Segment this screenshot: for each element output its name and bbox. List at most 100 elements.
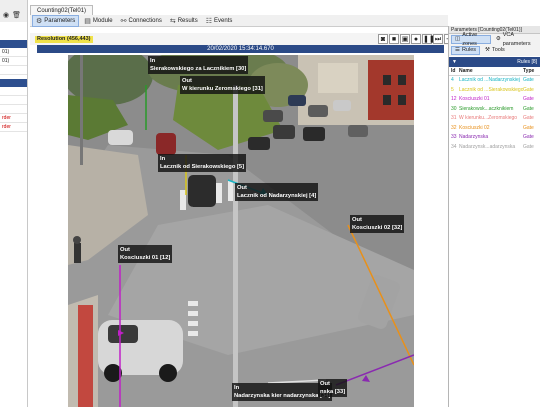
rule-type: Gate [523,77,534,83]
panel-tabs: ◫ Active zones ⚙ VCA parameters [449,32,540,47]
rule-type: Gate [523,134,534,140]
rule-row[interactable]: 30 Sierakowsk...aczknikiem Gate [449,105,540,115]
record-icon[interactable]: ● [411,34,421,44]
frame-icon[interactable]: ▣ [400,34,410,44]
rules-columns: Id Name Type [449,67,540,76]
events-icon: ☷ [205,17,213,25]
tab-rules[interactable]: ☰ Rules [451,46,480,55]
left-row[interactable]: 01) [0,57,27,66]
tab-label: Rules [461,47,476,53]
rule-name: Lacznik od ...Nadarzynskiej [459,77,520,83]
left-row[interactable]: rder [0,123,27,132]
lamp-pole [233,85,238,407]
rule-name: Kosciuszki 01 [459,96,490,102]
zone-label: Out Kosciuszki 02 [32] [350,215,405,233]
rule-row[interactable]: 32 Kosciuszki 02 Gate [449,124,540,134]
rule-name: Nadarzynska [459,134,489,140]
tab-active-zones[interactable]: ◫ Active zones [451,32,491,47]
column-name[interactable]: Name [459,67,523,75]
results-icon: ⇆ [169,17,176,25]
left-row[interactable] [0,87,27,96]
filter-icon[interactable]: ▼ [452,57,457,67]
parameters-panel: Parameters [Counting02(Tel01)] ◫ Active … [448,26,540,407]
module-label: Module [92,17,113,24]
zone-label: Out W kierunku Zeromskiego [31] [180,76,265,94]
module-icon: ▤ [84,17,91,25]
rules-list: 4 Lacznik od ...Nadarzynskiej Gate 5 Lacznik… [449,76,540,152]
rule-type: Gate [523,105,534,112]
rule-row[interactable]: 31 W kierunku...Zeromskiego Gate [449,114,540,124]
events-label: Events [214,17,233,24]
camera-icon[interactable]: ◙ [378,34,388,44]
left-row[interactable] [0,105,27,114]
left-header-bar [0,40,27,48]
module-tab[interactable]: ▤ Module [81,16,115,26]
zone-label: Out nska [33] [318,379,348,397]
gear-icon: ⚙ [36,17,43,25]
left-toolbar: ◉ 🗑 [0,0,27,22]
pause-icon[interactable]: ❚❚ [422,34,435,44]
rule-type: Gate [523,143,534,150]
rule-type: Gate [523,86,534,93]
car [188,175,216,207]
link-icon: ⚯ [120,17,127,25]
rules-header: ▼ Rules [8] [449,57,540,67]
zone-label: In Lacznik od Sierakowskiego [5] [158,154,247,172]
tools-icon: ⚒ [485,47,490,53]
bike-lane [78,305,93,407]
rule-id: 5 [451,86,454,93]
tab-tools[interactable]: ⚒ Tools [482,46,508,55]
rule-name: Lacznik od ...Sierakowskiego [459,86,523,93]
column-id[interactable]: Id [449,67,459,75]
column-type[interactable]: Type [523,67,540,75]
rule-row[interactable]: 34 Nadarzynsk...adarzynska Gate [449,143,540,153]
left-panel: ◉ 🗑 01) 01) rder rder [0,0,28,407]
timestamp-bar: 20/02/2020 15:34:14.670 [37,45,444,53]
zone-label: In Sierakowskiego za Lacznikiem [30] [148,56,249,74]
rule-row[interactable]: 12 Kosciuszki 01 Gate [449,95,540,105]
events-tab[interactable]: ☷ Events [203,16,236,26]
left-row[interactable] [0,96,27,105]
tab-vca-parameters[interactable]: ⚙ VCA parameters [493,32,538,47]
pedestrian [74,243,81,263]
results-label: Results [177,17,198,24]
rule-row[interactable]: 4 Lacznik od ...Nadarzynskiej Gate [449,76,540,86]
zone-label: Out Lacznik od Nadarzynskiej [4] [235,183,319,201]
step-forward-icon[interactable]: ⏭ [433,34,443,44]
rule-row[interactable]: 5 Lacznik od ...Sierakowskiego Gate [449,86,540,96]
rule-name: Sierakowsk...aczknikiem [459,105,514,112]
rule-id: 32 [451,124,457,131]
resolution-label: Resolution (456,443) [35,36,93,43]
rule-name: W kierunku...Zeromskiego [459,115,518,121]
zones-icon: ◫ [455,36,461,42]
toggle-icon[interactable]: ◉ [3,11,9,19]
left-row[interactable] [0,66,27,75]
rule-id: 4 [451,77,454,83]
parameters-tab[interactable]: ⚙ Parameters [32,14,80,27]
rule-id: 33 [451,134,457,140]
rule-name: Nadarzynsk...adarzynska [459,143,516,150]
camera-view[interactable]: In Sierakowskiego za Lacznikiem [30] Out W… [68,55,414,407]
rule-id: 30 [451,105,457,112]
rules-count: Rules [8] [517,59,537,65]
vca-icon: ⚙ [495,36,501,42]
playback-controls: ◙ ■ ▣ ● ❚❚ ⏭ ⇥ [378,34,454,44]
rule-name: Kosciuszki 02 [459,124,490,131]
rule-row[interactable]: 33 Nadarzynska Gate [449,133,540,143]
rule-id: 34 [451,143,457,150]
stop-icon[interactable]: ■ [389,34,399,44]
module-toolbar: ⚙ Parameters ▤ Module ⚯ Connections ⇆ Re… [30,14,448,27]
left-row[interactable]: rder [0,114,27,123]
rule-id: 12 [451,96,457,102]
rule-type: Gate [523,115,534,121]
parameters-label: Parameters [44,17,76,24]
connections-tab[interactable]: ⚯ Connections [118,16,165,26]
tab-label: Tools [491,47,505,53]
window-tab[interactable]: Counting02(Tel01) [30,5,94,15]
results-tab[interactable]: ⇆ Results [167,16,201,26]
rules-icon: ☰ [455,47,460,53]
left-row[interactable]: 01) [0,48,27,57]
rule-type: Gate [523,124,534,131]
trash-icon[interactable]: 🗑 [12,11,21,19]
left-header-bar [0,79,27,87]
